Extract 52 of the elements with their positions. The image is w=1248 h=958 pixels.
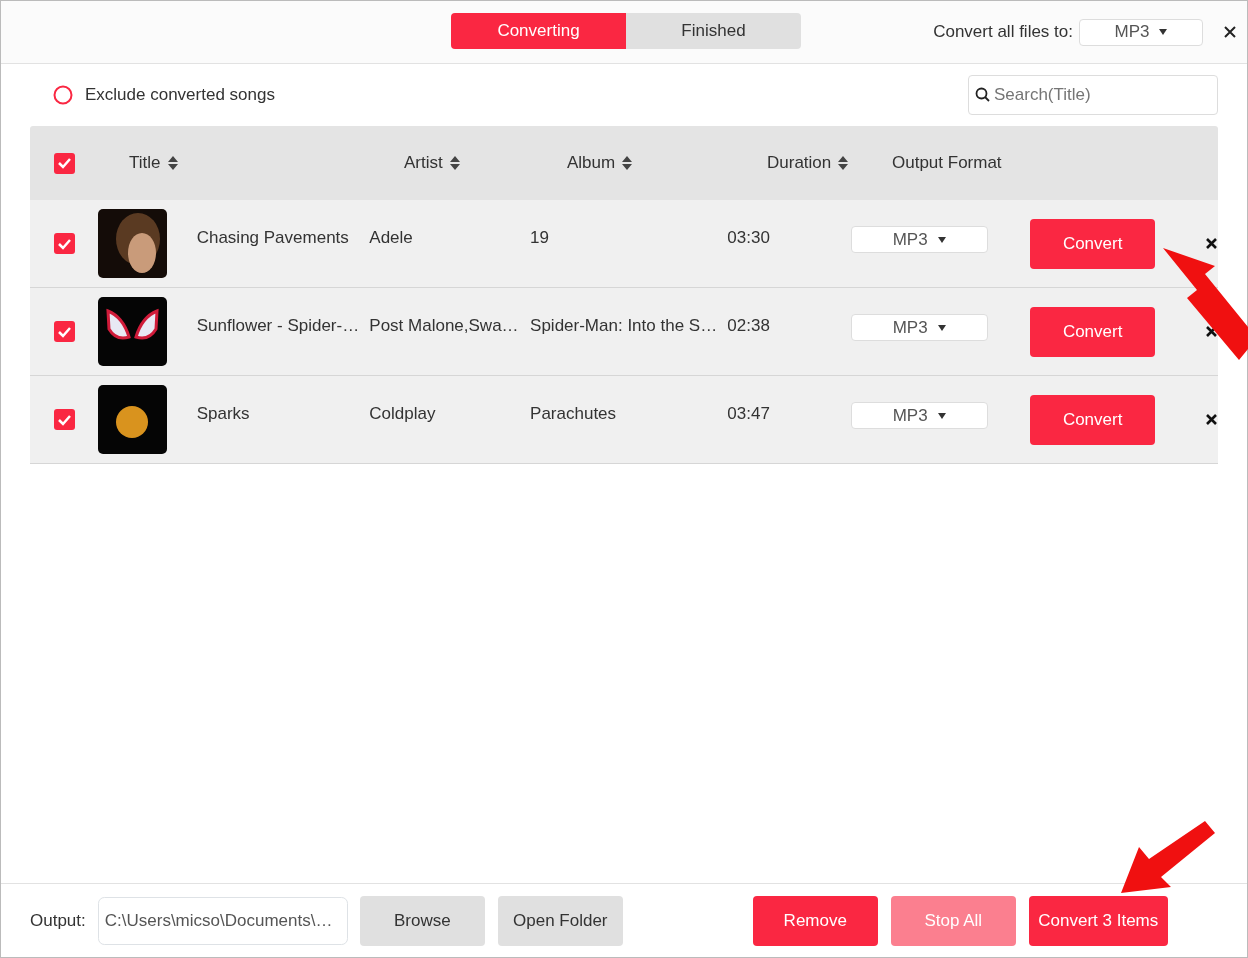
song-title: Sunflower - Spider-…	[196, 315, 360, 335]
song-title: Chasing Pavements	[196, 227, 349, 247]
output-label: Output:	[30, 909, 86, 932]
duration-text: 02:38	[727, 315, 770, 335]
sort-icon	[448, 155, 461, 171]
artist-name: Coldplay	[369, 403, 436, 423]
tab[interactable]: Finished	[626, 13, 801, 49]
convert-button[interactable]: Convert	[1030, 218, 1156, 269]
sort-icon	[621, 155, 634, 171]
duration-text: 03:30	[727, 227, 770, 247]
column-header[interactable]: Title	[129, 150, 161, 176]
exclude-label: Exclude converted songs	[85, 84, 275, 107]
format-select[interactable]: MP3	[850, 314, 988, 341]
row-checkbox[interactable]	[53, 233, 75, 254]
album-cover-image	[98, 209, 168, 278]
sort-icon	[837, 155, 850, 171]
album-name: Parachutes	[530, 403, 617, 423]
remove-icon[interactable]	[1205, 413, 1218, 426]
format-select[interactable]: MP3	[1079, 18, 1203, 46]
column-header[interactable]: Duration	[767, 150, 832, 176]
close-icon[interactable]	[1223, 25, 1237, 39]
album-name: Spider-Man: Into the S…	[530, 315, 718, 335]
open-folder-button[interactable]: Open Folder	[497, 895, 623, 946]
radio-button[interactable]	[53, 85, 73, 105]
album-cover-image	[98, 385, 168, 454]
select-all-checkbox[interactable]	[54, 152, 75, 174]
remove-icon[interactable]	[1205, 325, 1218, 338]
column-header[interactable]: Album	[567, 150, 616, 176]
row-checkbox[interactable]	[53, 321, 75, 342]
duration-text: 03:47	[727, 403, 770, 423]
convert-all-button[interactable]: Convert 3 Items	[1028, 895, 1168, 946]
album-cover-image	[98, 297, 168, 366]
convert-button[interactable]: Convert	[1030, 306, 1156, 357]
search-field[interactable]: Search(Title)	[968, 75, 1218, 115]
convert-button[interactable]: Convert	[1030, 394, 1156, 445]
artist-name: Post Malone,Swa…	[369, 315, 519, 335]
output-path-field[interactable]: C:\Users\micso\Documents\…	[97, 896, 348, 945]
search-icon	[975, 87, 990, 102]
album-name: 19	[530, 227, 549, 247]
song-title: Sparks	[196, 403, 250, 423]
remove-icon[interactable]	[1205, 237, 1218, 250]
remove-button[interactable]: Remove	[752, 895, 878, 946]
tab[interactable]: Converting	[451, 13, 626, 49]
sort-icon	[166, 155, 179, 171]
column-header[interactable]: Output Format	[892, 150, 1002, 176]
column-header[interactable]: Artist	[404, 150, 443, 176]
row-checkbox[interactable]	[53, 409, 75, 430]
artist-name: Adele	[369, 227, 413, 247]
format-select[interactable]: MP3	[850, 402, 988, 429]
format-select[interactable]: MP3	[850, 226, 988, 253]
convert-all-label: Convert all files to:	[933, 21, 1073, 44]
browse-button[interactable]: Browse	[359, 895, 485, 946]
